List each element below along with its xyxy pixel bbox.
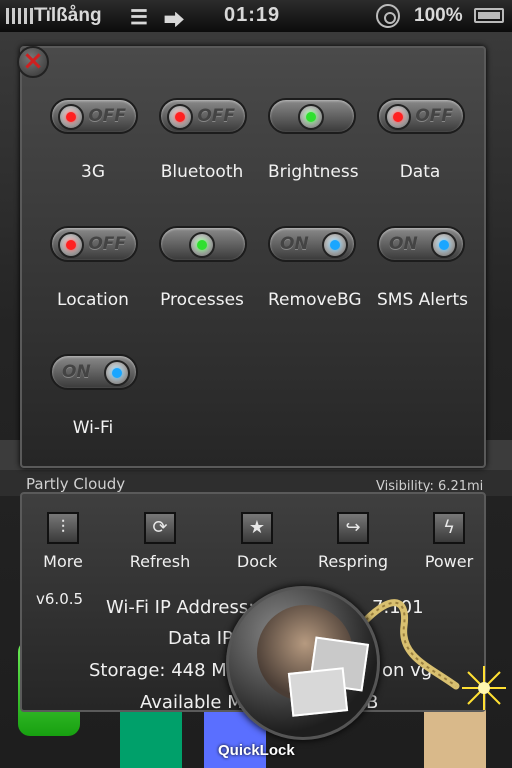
lightning-icon: ϟ: [433, 512, 465, 544]
action-label: Dock: [236, 552, 278, 571]
star-icon: ★: [241, 512, 273, 544]
status-time: 01:19: [224, 4, 281, 26]
photo-thumbnail: [287, 667, 349, 717]
version-label: v6.0.5: [36, 590, 84, 608]
sliders-icon: ⫶: [47, 512, 79, 544]
weather-condition: Partly Cloudy: [26, 475, 126, 493]
available-label: Available M: [140, 692, 243, 713]
data-ip-label: Data IP: [168, 628, 233, 649]
dock-button[interactable]: ★ Dock: [212, 512, 302, 571]
quicklock-label: QuickLock: [218, 742, 295, 759]
toggle-label: Location: [57, 290, 129, 310]
toggle-label: Processes: [160, 290, 244, 310]
status-bar: Tïlßång ☰ ⮕ 01:19 100%: [0, 0, 512, 32]
spark-icon: [462, 666, 506, 710]
battery-icon: [474, 8, 504, 23]
switch[interactable]: OFF: [377, 98, 465, 134]
toggle-label: RemoveBG: [268, 290, 362, 310]
switch-knob-icon: [322, 232, 348, 258]
switch[interactable]: OFF: [50, 98, 138, 134]
toggle-brightness[interactable]: Brightness: [268, 98, 359, 182]
redo-icon: ↪: [337, 512, 369, 544]
toggle-location[interactable]: OFF Location: [50, 226, 138, 310]
power-button[interactable]: ϟ Power: [404, 512, 494, 571]
action-label: Respring: [317, 552, 389, 571]
rotation-lock-icon: [376, 4, 400, 28]
switch[interactable]: ON: [268, 226, 356, 262]
more-button[interactable]: ⫶ More: [18, 512, 108, 571]
switch[interactable]: [268, 98, 356, 134]
toggle-label: Brightness: [268, 162, 359, 182]
action-label: Power: [424, 552, 474, 571]
battery-percent: 100%: [414, 5, 463, 26]
toggle-bluetooth[interactable]: OFF Bluetooth: [159, 98, 247, 182]
storage-label: Storage: 448 M: [89, 660, 227, 681]
switch-knob-icon: [189, 232, 215, 258]
toggle-removebg[interactable]: ON RemoveBG: [268, 226, 362, 310]
signal-icon: [6, 8, 33, 24]
action-label: More: [43, 552, 83, 571]
close-icon[interactable]: ×: [17, 46, 49, 78]
toggle-processes[interactable]: Processes: [159, 226, 247, 310]
switch[interactable]: OFF: [50, 226, 138, 262]
usb-icon: ⮕: [164, 10, 184, 32]
toggle-sms-alerts[interactable]: ON SMS Alerts: [377, 226, 468, 310]
toggle-wifi[interactable]: ON Wi-Fi: [50, 354, 138, 438]
switch[interactable]: [159, 226, 247, 262]
switch-knob-icon: [58, 104, 84, 130]
toggle-label: SMS Alerts: [377, 290, 468, 310]
switch-knob-icon: [167, 104, 193, 130]
wifi-ip-label: Wi-Fi IP Address:: [106, 597, 255, 618]
respring-button[interactable]: ↪ Respring: [308, 512, 398, 571]
switch-knob-icon: [385, 104, 411, 130]
switch-knob-icon: [431, 232, 457, 258]
toggle-label: Wi-Fi: [72, 418, 114, 438]
menu-icon: ☰: [130, 7, 148, 29]
refresh-button[interactable]: ⟳ Refresh: [115, 512, 205, 571]
toggle-label: 3G: [81, 162, 105, 182]
toggle-label: Data: [399, 162, 441, 182]
switch[interactable]: ON: [50, 354, 138, 390]
switch[interactable]: ON: [377, 226, 465, 262]
toggle-data[interactable]: OFF Data: [377, 98, 465, 182]
toggle-label: Bluetooth: [160, 162, 244, 182]
action-label: Refresh: [129, 552, 191, 571]
switch[interactable]: OFF: [159, 98, 247, 134]
switch-knob-icon: [298, 104, 324, 130]
toggle-3g[interactable]: OFF 3G: [50, 98, 138, 182]
refresh-icon: ⟳: [144, 512, 176, 544]
switch-knob-icon: [104, 360, 130, 386]
switch-knob-icon: [58, 232, 84, 258]
carrier-name: Tïlßång: [34, 5, 102, 26]
